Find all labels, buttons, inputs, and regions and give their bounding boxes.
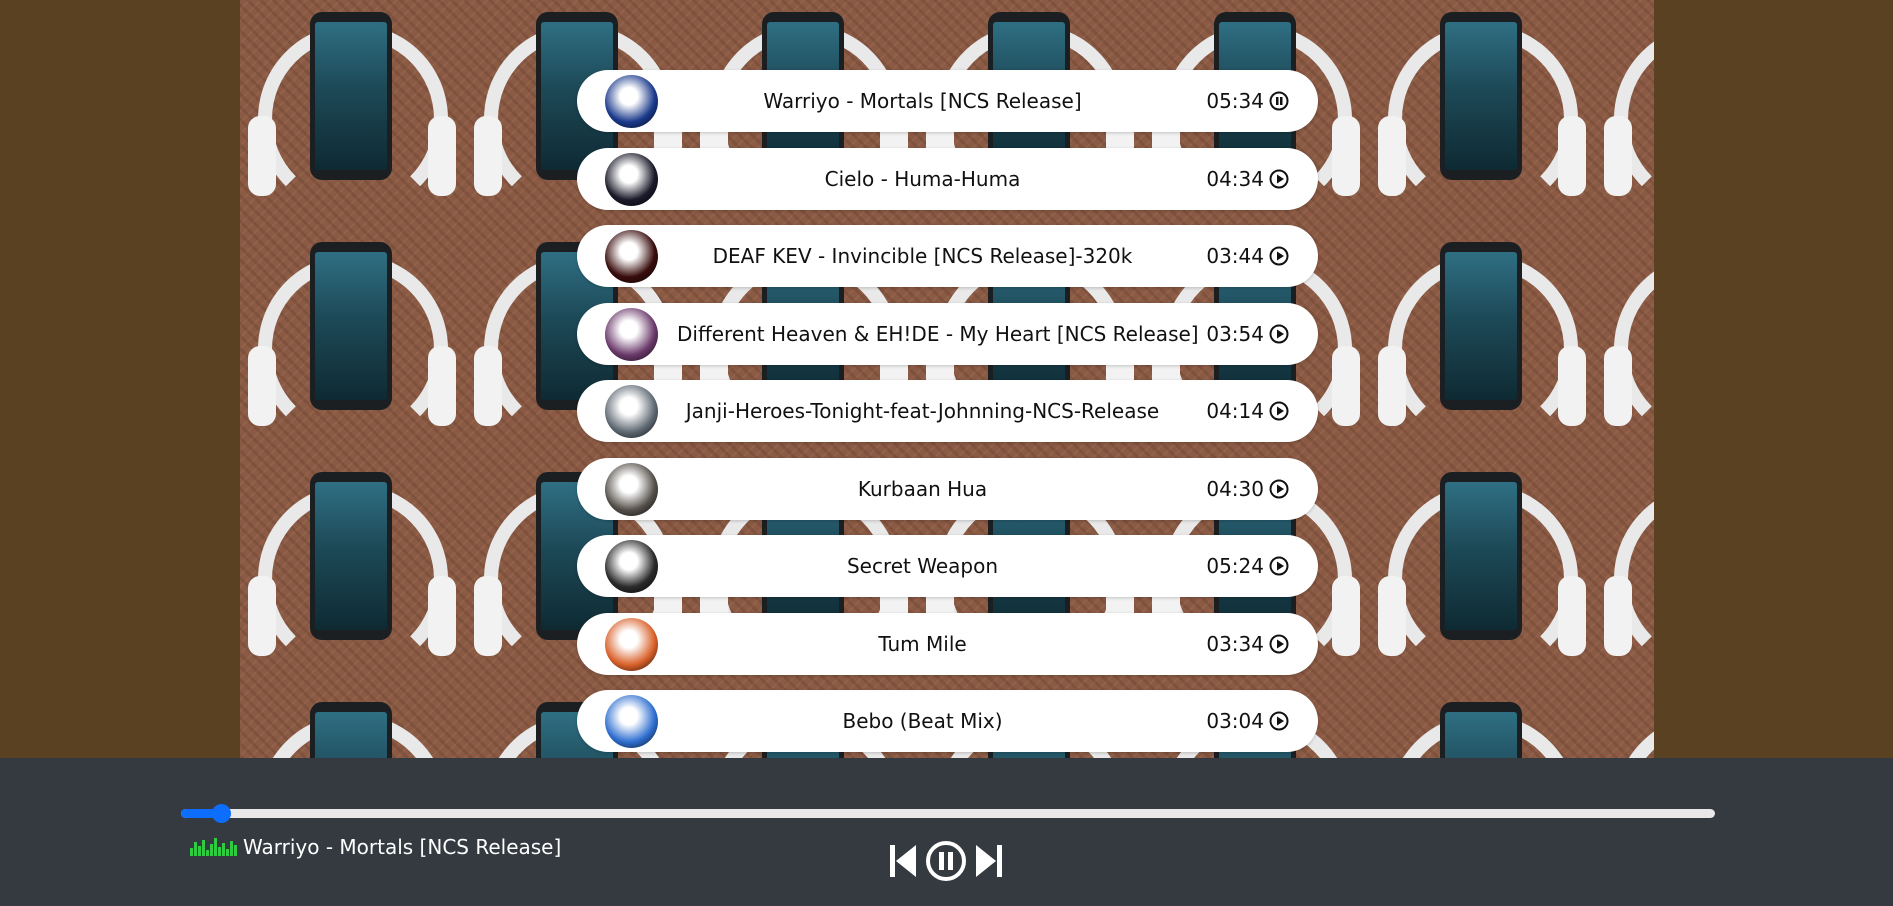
album-cover xyxy=(605,75,658,128)
headphones-phone-tile xyxy=(1590,686,1654,758)
album-cover xyxy=(605,230,658,283)
song-item[interactable]: DEAF KEV - Invincible [NCS Release]-320k… xyxy=(577,225,1318,287)
song-item[interactable]: Kurbaan Hua 04:30 xyxy=(577,457,1318,520)
headphones-phone-tile xyxy=(240,686,470,758)
headphones-phone-tile xyxy=(240,226,470,458)
playback-controls xyxy=(888,838,1004,884)
song-duration: 03:04 xyxy=(1206,709,1264,733)
album-cover xyxy=(605,540,658,593)
headphones-phone-tile xyxy=(1364,226,1600,458)
play-icon[interactable] xyxy=(1269,556,1289,576)
album-cover xyxy=(605,695,658,748)
now-playing-title: Warriyo - Mortals [NCS Release] xyxy=(243,835,562,859)
song-item[interactable]: Janji-Heroes-Tonight-feat-Johnning-NCS-R… xyxy=(577,380,1318,442)
play-icon[interactable] xyxy=(1269,324,1289,344)
song-title: Warriyo - Mortals [NCS Release] xyxy=(763,89,1082,113)
song-title: Secret Weapon xyxy=(846,554,999,578)
headphones-phone-tile xyxy=(1364,686,1600,758)
album-cover xyxy=(605,617,658,671)
headphones-phone-tile xyxy=(1364,0,1600,228)
song-title: Bebo (Beat Mix) xyxy=(842,709,1003,733)
pause-icon[interactable] xyxy=(924,839,968,883)
album-cover xyxy=(605,307,658,361)
song-duration: 03:54 xyxy=(1206,321,1264,346)
now-playing: Warriyo - Mortals [NCS Release] xyxy=(190,826,561,868)
song-duration: 03:34 xyxy=(1206,631,1264,656)
song-duration: 04:14 xyxy=(1206,399,1264,423)
headphones-phone-tile xyxy=(1590,456,1654,688)
song-item[interactable]: Bebo (Beat Mix) 03:04 xyxy=(577,690,1318,752)
headphones-phone-tile xyxy=(240,0,470,228)
equalizer-icon xyxy=(190,838,237,856)
previous-icon[interactable] xyxy=(888,841,918,881)
play-icon[interactable] xyxy=(1269,401,1289,421)
play-icon[interactable] xyxy=(1269,479,1289,499)
seek-bar[interactable] xyxy=(181,804,1715,823)
play-icon[interactable] xyxy=(1269,711,1289,731)
album-cover xyxy=(605,385,658,438)
song-item[interactable]: Warriyo - Mortals [NCS Release] 05:34 xyxy=(577,70,1318,132)
song-item[interactable]: Cielo - Huma-Huma 04:34 xyxy=(577,147,1318,210)
song-duration: 05:24 xyxy=(1206,554,1264,578)
song-title: Kurbaan Hua xyxy=(857,476,988,501)
player-bar: Warriyo - Mortals [NCS Release] xyxy=(0,758,1893,906)
play-icon[interactable] xyxy=(1269,169,1289,189)
song-item[interactable]: Tum Mile 03:34 xyxy=(577,612,1318,675)
song-title: Different Heaven & EH!DE - My Heart [NCS… xyxy=(677,321,1199,346)
song-list: Warriyo - Mortals [NCS Release] 05:34 Ci… xyxy=(577,70,1318,768)
song-duration: 04:34 xyxy=(1206,166,1264,191)
song-title: DEAF KEV - Invincible [NCS Release]-320k xyxy=(712,244,1133,268)
album-cover xyxy=(605,152,658,206)
song-duration: 04:30 xyxy=(1206,476,1264,501)
headphones-phone-tile xyxy=(1590,0,1654,228)
next-icon[interactable] xyxy=(974,841,1004,881)
headphones-phone-tile xyxy=(240,456,470,688)
song-duration: 05:34 xyxy=(1206,89,1264,113)
album-cover xyxy=(605,462,658,516)
song-item[interactable]: Secret Weapon 05:24 xyxy=(577,535,1318,597)
play-icon[interactable] xyxy=(1269,634,1289,654)
seek-bar-thumb[interactable] xyxy=(211,804,231,823)
headphones-phone-tile xyxy=(1590,226,1654,458)
song-duration: 03:44 xyxy=(1206,244,1264,268)
song-title: Cielo - Huma-Huma xyxy=(824,166,1021,191)
song-title: Janji-Heroes-Tonight-feat-Johnning-NCS-R… xyxy=(685,399,1160,423)
song-title: Tum Mile xyxy=(878,631,967,656)
song-item[interactable]: Different Heaven & EH!DE - My Heart [NCS… xyxy=(577,302,1318,365)
play-icon[interactable] xyxy=(1269,246,1289,266)
headphones-phone-tile xyxy=(1364,456,1600,688)
pause-icon[interactable] xyxy=(1269,91,1289,111)
